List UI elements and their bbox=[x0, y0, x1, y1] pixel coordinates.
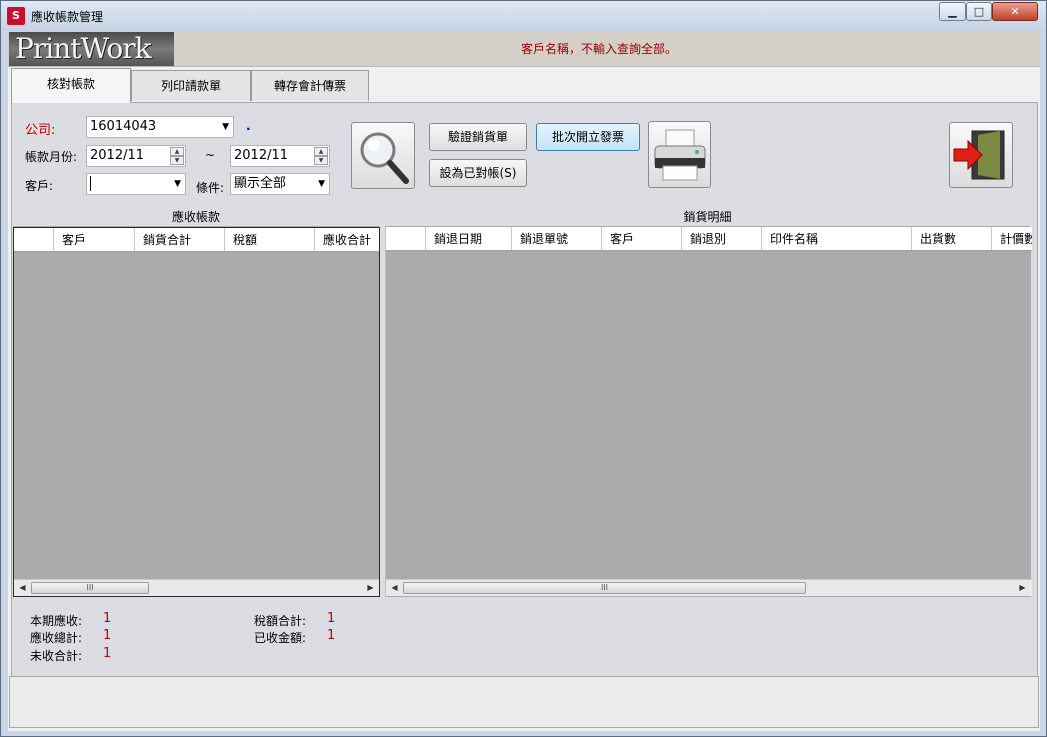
title-bar[interactable]: S 應收帳款管理 ▁ □ ✕ bbox=[1, 1, 1046, 31]
right-grid-caption: 銷貨明細 bbox=[385, 207, 1030, 227]
status-bar bbox=[9, 676, 1039, 728]
hint-message: 客戶名稱，不輸入查詢全部。 bbox=[521, 42, 678, 56]
close-button[interactable]: ✕ bbox=[992, 2, 1038, 21]
company-select[interactable]: 16014043 ▼ bbox=[86, 116, 234, 138]
condition-value: 顯示全部 bbox=[234, 176, 287, 191]
row-selector-header bbox=[14, 228, 54, 251]
scroll-left-icon[interactable]: ◀ bbox=[386, 580, 403, 596]
row-selector-header bbox=[386, 227, 426, 250]
collected-amount-label: 已收金額: bbox=[254, 631, 307, 645]
scroll-left-icon[interactable]: ◀ bbox=[14, 580, 31, 596]
text-caret bbox=[90, 176, 91, 191]
scroll-thumb[interactable]: III bbox=[403, 582, 806, 594]
left-grid-caption: 應收帳款 bbox=[13, 207, 379, 227]
customer-label: 客戶: bbox=[25, 179, 54, 193]
company-value: 16014043 bbox=[90, 119, 157, 134]
tax-total-value: 1 bbox=[327, 611, 336, 626]
column-header-customer[interactable]: 客戶 bbox=[54, 228, 135, 251]
window-title: 應收帳款管理 bbox=[31, 10, 104, 24]
printwork-logo: PrintWork bbox=[9, 32, 174, 66]
tax-total-label: 稅額合計: bbox=[254, 614, 307, 628]
tab-print-invoice[interactable]: 列印請款單 bbox=[131, 70, 251, 101]
month-from-stepper[interactable]: 2012/11 ▲ ▼ bbox=[86, 145, 186, 167]
chevron-down-icon: ▼ bbox=[222, 122, 229, 132]
print-button[interactable] bbox=[648, 121, 711, 188]
spin-up-icon[interactable]: ▲ bbox=[170, 147, 184, 156]
batch-invoice-button[interactable]: 批次開立發票 bbox=[536, 123, 640, 151]
sales-detail-grid[interactable]: 銷退日期 銷退單號 客戶 銷退別 印件名稱 出貨數 計價數 ◀ III ▶ bbox=[385, 227, 1032, 597]
column-header-return-date[interactable]: 銷退日期 bbox=[426, 227, 512, 250]
exit-door-icon bbox=[953, 130, 1005, 180]
period-receivable-value: 1 bbox=[103, 611, 112, 626]
column-header-tax[interactable]: 稅額 bbox=[225, 228, 315, 251]
right-horizontal-scrollbar[interactable]: ◀ III ▶ bbox=[386, 579, 1032, 596]
column-header-return-type[interactable]: 銷退別 bbox=[682, 227, 762, 250]
search-button[interactable] bbox=[351, 122, 415, 189]
tab-export-voucher[interactable]: 轉存會計傳票 bbox=[251, 70, 369, 101]
company-dot: . bbox=[246, 119, 251, 133]
month-label: 帳款月份: bbox=[25, 150, 78, 164]
month-to-stepper[interactable]: 2012/11 ▲ ▼ bbox=[230, 145, 330, 167]
company-label: 公司: bbox=[25, 123, 56, 138]
receivables-grid[interactable]: 客戶 銷貨合計 稅額 應收合計 ◀ III ▶ bbox=[13, 227, 380, 597]
spin-down-icon[interactable]: ▼ bbox=[314, 156, 328, 165]
month-from-value: 2012/11 bbox=[90, 148, 145, 163]
uncollected-total-value: 1 bbox=[103, 646, 112, 661]
left-horizontal-scrollbar[interactable]: ◀ III ▶ bbox=[14, 579, 379, 596]
customer-select[interactable]: ▼ bbox=[86, 173, 186, 195]
scroll-right-icon[interactable]: ▶ bbox=[362, 580, 379, 596]
range-tilde: ~ bbox=[205, 148, 216, 162]
column-header-print-name[interactable]: 印件名稱 bbox=[762, 227, 912, 250]
scroll-thumb[interactable]: III bbox=[31, 582, 149, 594]
column-header-sales-total[interactable]: 銷貨合計 bbox=[135, 228, 225, 251]
header-banner: PrintWork 客戶名稱，不輸入查詢全部。 bbox=[8, 31, 1040, 67]
uncollected-total-label: 未收合計: bbox=[30, 649, 83, 663]
chevron-down-icon: ▼ bbox=[174, 179, 181, 189]
sales-detail-grid-header: 銷退日期 銷退單號 客戶 銷退別 印件名稱 出貨數 計價數 bbox=[386, 227, 1032, 251]
column-header-shipped-qty[interactable]: 出貨數 bbox=[912, 227, 992, 250]
app-window: S 應收帳款管理 ▁ □ ✕ PrintWork 客戶名稱，不輸入查詢全部。 核… bbox=[0, 0, 1047, 737]
collected-amount-value: 1 bbox=[327, 628, 336, 643]
reconcile-panel: 公司: 16014043 ▼ . 帳款月份: 2012/11 ▲ ▼ ~ 201… bbox=[11, 102, 1038, 701]
scroll-right-icon[interactable]: ▶ bbox=[1014, 580, 1031, 596]
spin-down-icon[interactable]: ▼ bbox=[170, 156, 184, 165]
exit-button[interactable] bbox=[949, 122, 1013, 188]
receivables-grid-header: 客戶 銷貨合計 稅額 應收合計 bbox=[14, 228, 379, 252]
column-header-customer[interactable]: 客戶 bbox=[602, 227, 682, 250]
column-header-receivable-total[interactable]: 應收合計 bbox=[315, 228, 379, 251]
chevron-down-icon: ▼ bbox=[318, 179, 325, 189]
period-receivable-label: 本期應收: bbox=[30, 614, 83, 628]
spin-up-icon[interactable]: ▲ bbox=[314, 147, 328, 156]
client-area: PrintWork 客戶名稱，不輸入查詢全部。 核對帳款 列印請款單 轉存會計傳… bbox=[8, 31, 1040, 731]
total-receivable-value: 1 bbox=[103, 628, 112, 643]
column-header-billed-qty[interactable]: 計價數 bbox=[992, 227, 1032, 250]
app-icon: S bbox=[7, 7, 25, 25]
magnifier-icon bbox=[360, 132, 409, 184]
tab-reconcile[interactable]: 核對帳款 bbox=[11, 68, 131, 103]
total-receivable-label: 應收總計: bbox=[30, 631, 83, 645]
maximize-button[interactable]: □ bbox=[966, 2, 992, 21]
column-header-return-number[interactable]: 銷退單號 bbox=[512, 227, 602, 250]
month-to-value: 2012/11 bbox=[234, 148, 289, 163]
minimize-button[interactable]: ▁ bbox=[939, 2, 966, 21]
verify-sales-button[interactable]: 驗證銷貨單 bbox=[429, 123, 527, 151]
printer-icon bbox=[654, 129, 706, 181]
condition-select[interactable]: 顯示全部 ▼ bbox=[230, 173, 330, 195]
condition-label: 條件: bbox=[196, 181, 225, 195]
set-checked-button[interactable]: 設為已對帳(S) bbox=[429, 159, 527, 187]
